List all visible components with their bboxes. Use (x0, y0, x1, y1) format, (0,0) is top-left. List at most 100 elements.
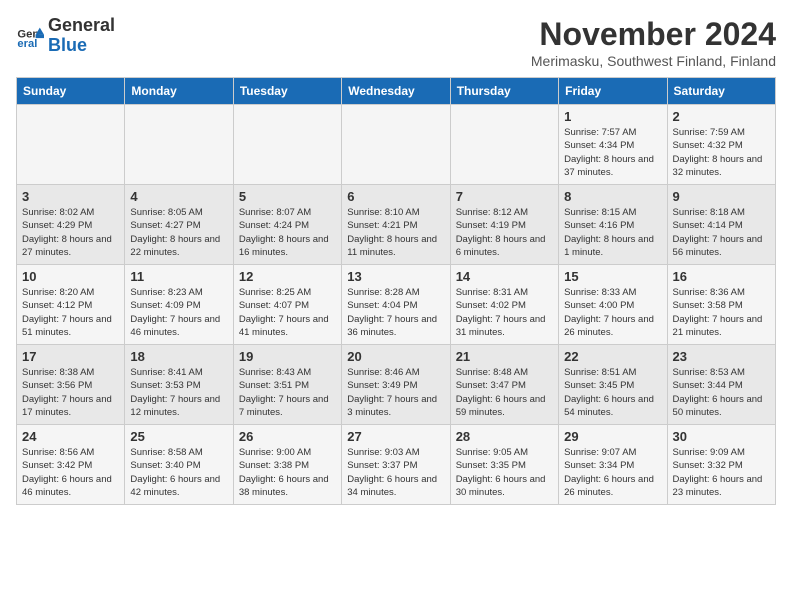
day-info: Sunrise: 8:28 AM Sunset: 4:04 PM Dayligh… (347, 286, 444, 339)
calendar-cell: 6 Sunrise: 8:10 AM Sunset: 4:21 PM Daylig… (342, 185, 450, 265)
day-number: 8 (564, 189, 661, 204)
day-info: Sunrise: 8:41 AM Sunset: 3:53 PM Dayligh… (130, 366, 227, 419)
calendar-cell: 18 Sunrise: 8:41 AM Sunset: 3:53 PM Dayli… (125, 345, 233, 425)
day-number: 3 (22, 189, 119, 204)
calendar-cell: 23Sunrise: 8:53 AM Sunset: 3:44 PM Dayli… (667, 345, 775, 425)
day-info: Sunrise: 9:05 AM Sunset: 3:35 PM Dayligh… (456, 446, 553, 499)
calendar-week-row: 1Sunrise: 7:57 AM Sunset: 4:34 PM Daylig… (17, 105, 776, 185)
day-info: Sunrise: 8:38 AM Sunset: 3:56 PM Dayligh… (22, 366, 119, 419)
calendar-cell: 24 Sunrise: 8:56 AM Sunset: 3:42 PM Dayli… (17, 425, 125, 505)
day-info: Sunrise: 8:15 AM Sunset: 4:16 PM Dayligh… (564, 206, 661, 259)
calendar-body: 1Sunrise: 7:57 AM Sunset: 4:34 PM Daylig… (17, 105, 776, 505)
title-area: November 2024 Merimasku, Southwest Finla… (531, 16, 776, 69)
day-info: Sunrise: 8:36 AM Sunset: 3:58 PM Dayligh… (673, 286, 770, 339)
logo-icon: Gen eral (16, 22, 44, 50)
calendar-cell: 4 Sunrise: 8:05 AM Sunset: 4:27 PM Daylig… (125, 185, 233, 265)
day-number: 23 (673, 349, 770, 364)
calendar-cell (17, 105, 125, 185)
day-info: Sunrise: 8:20 AM Sunset: 4:12 PM Dayligh… (22, 286, 119, 339)
day-info: Sunrise: 9:00 AM Sunset: 3:38 PM Dayligh… (239, 446, 336, 499)
weekday-header: Tuesday (233, 78, 341, 105)
calendar-cell: 8 Sunrise: 8:15 AM Sunset: 4:16 PM Daylig… (559, 185, 667, 265)
day-info: Sunrise: 8:07 AM Sunset: 4:24 PM Dayligh… (239, 206, 336, 259)
location-title: Merimasku, Southwest Finland, Finland (531, 53, 776, 69)
calendar-cell: 10Sunrise: 8:20 AM Sunset: 4:12 PM Dayli… (17, 265, 125, 345)
logo: Gen eral General Blue (16, 16, 115, 56)
day-info: Sunrise: 8:58 AM Sunset: 3:40 PM Dayligh… (130, 446, 227, 499)
calendar-cell: 29Sunrise: 9:07 AM Sunset: 3:34 PM Dayli… (559, 425, 667, 505)
calendar-cell: 26 Sunrise: 9:00 AM Sunset: 3:38 PM Dayli… (233, 425, 341, 505)
day-info: Sunrise: 8:25 AM Sunset: 4:07 PM Dayligh… (239, 286, 336, 339)
day-number: 4 (130, 189, 227, 204)
day-info: Sunrise: 8:05 AM Sunset: 4:27 PM Dayligh… (130, 206, 227, 259)
day-number: 24 (22, 429, 119, 444)
day-number: 30 (673, 429, 770, 444)
calendar-cell: 21 Sunrise: 8:48 AM Sunset: 3:47 PM Dayli… (450, 345, 558, 425)
weekday-header: Saturday (667, 78, 775, 105)
day-number: 16 (673, 269, 770, 284)
day-number: 22 (564, 349, 661, 364)
day-number: 9 (673, 189, 770, 204)
day-info: Sunrise: 8:12 AM Sunset: 4:19 PM Dayligh… (456, 206, 553, 259)
day-info: Sunrise: 7:59 AM Sunset: 4:32 PM Dayligh… (673, 126, 770, 179)
day-info: Sunrise: 8:48 AM Sunset: 3:47 PM Dayligh… (456, 366, 553, 419)
calendar-table: SundayMondayTuesdayWednesdayThursdayFrid… (16, 77, 776, 505)
calendar-cell: 9Sunrise: 8:18 AM Sunset: 4:14 PM Daylig… (667, 185, 775, 265)
day-info: Sunrise: 9:03 AM Sunset: 3:37 PM Dayligh… (347, 446, 444, 499)
calendar-week-row: 17Sunrise: 8:38 AM Sunset: 3:56 PM Dayli… (17, 345, 776, 425)
day-number: 26 (239, 429, 336, 444)
day-info: Sunrise: 8:46 AM Sunset: 3:49 PM Dayligh… (347, 366, 444, 419)
weekday-header: Friday (559, 78, 667, 105)
calendar-cell: 12 Sunrise: 8:25 AM Sunset: 4:07 PM Dayli… (233, 265, 341, 345)
calendar-cell: 25 Sunrise: 8:58 AM Sunset: 3:40 PM Dayli… (125, 425, 233, 505)
calendar-cell: 22 Sunrise: 8:51 AM Sunset: 3:45 PM Dayli… (559, 345, 667, 425)
day-number: 12 (239, 269, 336, 284)
day-number: 27 (347, 429, 444, 444)
calendar-cell: 3Sunrise: 8:02 AM Sunset: 4:29 PM Daylig… (17, 185, 125, 265)
calendar-cell: 5 Sunrise: 8:07 AM Sunset: 4:24 PM Daylig… (233, 185, 341, 265)
day-number: 25 (130, 429, 227, 444)
calendar-cell: 2 Sunrise: 7:59 AM Sunset: 4:32 PM Daylig… (667, 105, 775, 185)
day-info: Sunrise: 8:51 AM Sunset: 3:45 PM Dayligh… (564, 366, 661, 419)
month-title: November 2024 (531, 16, 776, 53)
header: Gen eral General Blue November 2024 Meri… (16, 16, 776, 69)
calendar-cell: 20 Sunrise: 8:46 AM Sunset: 3:49 PM Dayli… (342, 345, 450, 425)
calendar-cell (342, 105, 450, 185)
day-info: Sunrise: 8:56 AM Sunset: 3:42 PM Dayligh… (22, 446, 119, 499)
day-number: 18 (130, 349, 227, 364)
calendar-week-row: 24 Sunrise: 8:56 AM Sunset: 3:42 PM Dayli… (17, 425, 776, 505)
day-number: 13 (347, 269, 444, 284)
day-number: 6 (347, 189, 444, 204)
calendar-header: SundayMondayTuesdayWednesdayThursdayFrid… (17, 78, 776, 105)
day-number: 28 (456, 429, 553, 444)
calendar-cell: 16 Sunrise: 8:36 AM Sunset: 3:58 PM Dayli… (667, 265, 775, 345)
day-number: 14 (456, 269, 553, 284)
day-number: 2 (673, 109, 770, 124)
logo-text: General Blue (48, 16, 115, 56)
calendar-cell: 30 Sunrise: 9:09 AM Sunset: 3:32 PM Dayli… (667, 425, 775, 505)
day-number: 5 (239, 189, 336, 204)
calendar-cell: 15Sunrise: 8:33 AM Sunset: 4:00 PM Dayli… (559, 265, 667, 345)
day-info: Sunrise: 9:07 AM Sunset: 3:34 PM Dayligh… (564, 446, 661, 499)
calendar-week-row: 10Sunrise: 8:20 AM Sunset: 4:12 PM Dayli… (17, 265, 776, 345)
svg-text:eral: eral (17, 38, 37, 50)
calendar-cell (450, 105, 558, 185)
calendar-cell: 28 Sunrise: 9:05 AM Sunset: 3:35 PM Dayli… (450, 425, 558, 505)
day-number: 7 (456, 189, 553, 204)
calendar-week-row: 3Sunrise: 8:02 AM Sunset: 4:29 PM Daylig… (17, 185, 776, 265)
weekday-header: Monday (125, 78, 233, 105)
day-info: Sunrise: 8:31 AM Sunset: 4:02 PM Dayligh… (456, 286, 553, 339)
calendar-cell: 7 Sunrise: 8:12 AM Sunset: 4:19 PM Daylig… (450, 185, 558, 265)
weekday-header: Thursday (450, 78, 558, 105)
calendar-cell: 1Sunrise: 7:57 AM Sunset: 4:34 PM Daylig… (559, 105, 667, 185)
day-number: 21 (456, 349, 553, 364)
calendar-cell (125, 105, 233, 185)
day-info: Sunrise: 8:10 AM Sunset: 4:21 PM Dayligh… (347, 206, 444, 259)
calendar-cell: 11Sunrise: 8:23 AM Sunset: 4:09 PM Dayli… (125, 265, 233, 345)
day-info: Sunrise: 9:09 AM Sunset: 3:32 PM Dayligh… (673, 446, 770, 499)
calendar-cell: 19Sunrise: 8:43 AM Sunset: 3:51 PM Dayli… (233, 345, 341, 425)
weekday-header: Wednesday (342, 78, 450, 105)
day-number: 20 (347, 349, 444, 364)
calendar-cell: 27 Sunrise: 9:03 AM Sunset: 3:37 PM Dayli… (342, 425, 450, 505)
weekday-header: Sunday (17, 78, 125, 105)
